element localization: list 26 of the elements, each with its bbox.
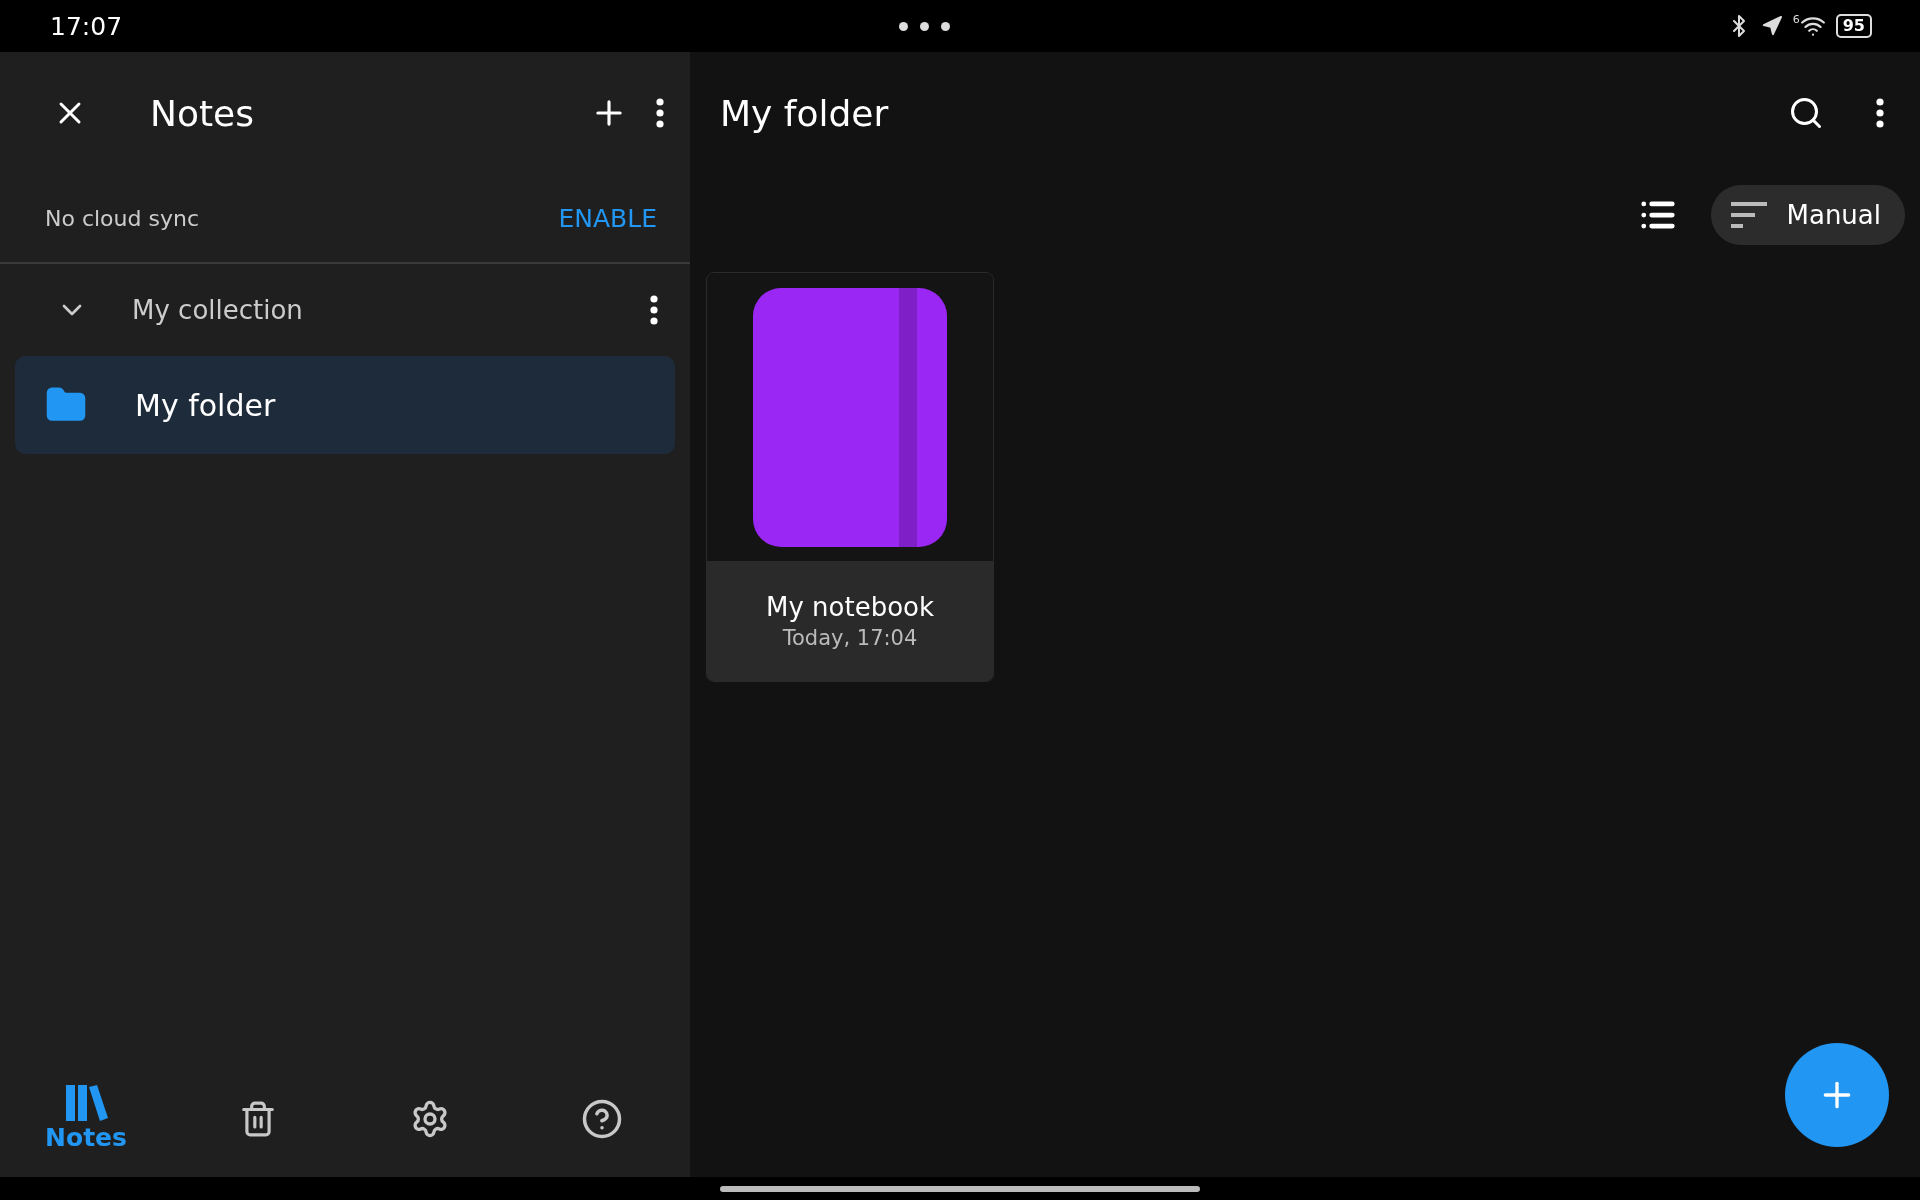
gesture-handle[interactable]	[720, 1185, 1200, 1192]
nav-tab[interactable]: Notes	[0, 1085, 172, 1152]
wifi-label: 6	[1792, 13, 1800, 26]
sidebar-title: Notes	[149, 92, 255, 134]
search-icon	[1788, 95, 1824, 131]
settings-icon	[410, 1098, 450, 1139]
notebook-name: My notebook	[765, 592, 934, 622]
books-icon	[64, 1085, 108, 1121]
folder-item[interactable]: My folder	[15, 356, 675, 454]
sync-status: No cloud sync	[45, 205, 199, 231]
sort-icon	[1730, 202, 1767, 228]
status-time: 17:07	[50, 11, 123, 41]
folder-title: My folder	[720, 92, 890, 134]
multitask-dots-icon[interactable]	[898, 21, 950, 31]
notebook-card[interactable]: My notebook Today, 17:04	[706, 272, 994, 682]
collection-name: My collection	[132, 295, 304, 325]
trash-icon	[239, 1099, 277, 1138]
notebook-date: Today, 17:04	[782, 626, 918, 650]
location-icon	[1760, 15, 1783, 37]
enable-link[interactable]: ENABLE	[558, 203, 657, 233]
battery-indicator: 95	[1835, 14, 1872, 38]
more-icon	[1876, 98, 1884, 128]
help-icon	[581, 1097, 623, 1140]
sort-button[interactable]: Manual	[1710, 185, 1905, 245]
more-icon	[650, 295, 658, 325]
more-icon	[656, 98, 664, 128]
